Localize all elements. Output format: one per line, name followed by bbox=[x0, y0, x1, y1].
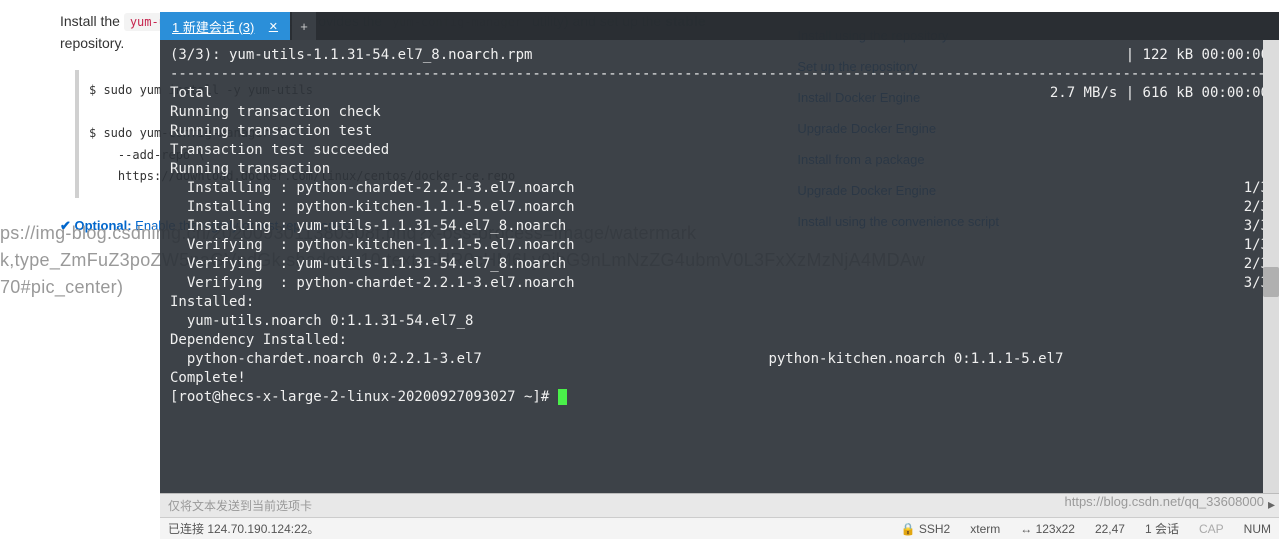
status-connection: 已连接 124.70.190.124:22。 bbox=[168, 520, 319, 537]
terminal-line: Transaction test succeeded bbox=[170, 141, 1269, 160]
terminal-line: Verifying : python-kitchen-1.1.1-5.el7.n… bbox=[170, 236, 1269, 255]
status-size: ↔ 123x22 bbox=[1020, 522, 1075, 536]
cursor bbox=[558, 389, 567, 405]
terminal-line: Running transaction check bbox=[170, 103, 1269, 122]
terminal-line: Installed: bbox=[170, 293, 1269, 312]
terminal-line: (3/3): yum-utils-1.1.31-54.el7_8.noarch.… bbox=[170, 46, 1269, 65]
input-placeholder: 仅将文本发送到当前选项卡 bbox=[168, 497, 312, 514]
text: repository. bbox=[60, 35, 124, 51]
terminal-line: Total2.7 MB/s | 616 kB 00:00:00 bbox=[170, 84, 1269, 103]
add-tab-button[interactable]: + bbox=[292, 12, 316, 40]
terminal-line: Verifying : python-chardet-2.2.1-3.el7.n… bbox=[170, 274, 1269, 293]
terminal-line: Installing : python-kitchen-1.1.1-5.el7.… bbox=[170, 198, 1269, 217]
tab-label: 1 新建会话 (3) bbox=[172, 17, 254, 36]
csdn-watermark: https://blog.csdn.net/qq_33608000 bbox=[1065, 494, 1265, 509]
session-tab[interactable]: 1 新建会话 (3) ✕ bbox=[160, 12, 290, 40]
status-ssh: 🔒 SSH2 bbox=[901, 522, 951, 536]
terminal-line: Complete! bbox=[170, 369, 1269, 388]
status-cap: CAP bbox=[1199, 522, 1224, 536]
terminal-body[interactable]: (3/3): yum-utils-1.1.31-54.el7_8.noarch.… bbox=[160, 40, 1279, 493]
terminal-line: Running transaction bbox=[170, 160, 1269, 179]
scrollbar-thumb[interactable] bbox=[1263, 267, 1279, 297]
status-term: xterm bbox=[970, 522, 1000, 536]
terminal-line: Verifying : yum-utils-1.1.31-54.el7_8.no… bbox=[170, 255, 1269, 274]
terminal-prompt-line: [root@hecs-x-large-2-linux-2020092709302… bbox=[170, 388, 1269, 407]
terminal-line: Installing : python-chardet-2.2.1-3.el7.… bbox=[170, 179, 1269, 198]
close-icon[interactable]: ✕ bbox=[269, 20, 278, 33]
terminal-line: Dependency Installed: bbox=[170, 331, 1269, 350]
terminal-line: ----------------------------------------… bbox=[170, 65, 1269, 84]
status-bar: 已连接 124.70.190.124:22。 🔒 SSH2 xterm ↔ 12… bbox=[160, 517, 1279, 539]
terminal-line: python-chardet.noarch 0:2.2.1-3.el7 pyth… bbox=[170, 350, 1269, 369]
terminal-line: Installing : yum-utils-1.1.31-54.el7_8.n… bbox=[170, 217, 1269, 236]
terminal-line: yum-utils.noarch 0:1.1.31-54.el7_8 bbox=[170, 312, 1269, 331]
chevron-right-icon[interactable]: ▸ bbox=[1268, 496, 1275, 513]
scrollbar[interactable] bbox=[1263, 40, 1279, 493]
terminal-line: Running transaction test bbox=[170, 122, 1269, 141]
status-cursor: 22,47 bbox=[1095, 522, 1125, 536]
status-rows: 1 会话 bbox=[1145, 520, 1179, 537]
tab-bar: 1 新建会话 (3) ✕ + bbox=[160, 12, 1279, 40]
text: Install the bbox=[60, 13, 124, 29]
status-num: NUM bbox=[1244, 522, 1271, 536]
terminal-window: 1 新建会话 (3) ✕ + (3/3): yum-utils-1.1.31-5… bbox=[160, 12, 1279, 539]
